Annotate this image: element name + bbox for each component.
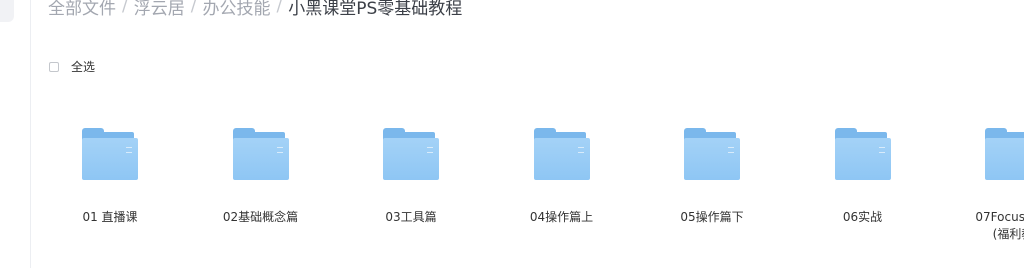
checkbox-icon[interactable]: [49, 61, 59, 72]
folder-grid: 01 直播课 02基础概念篇 03工具篇 04操作篇上 05操作篇下 06实战 07Focu…: [35, 120, 1024, 260]
folder-name: 06实战: [842, 210, 883, 224]
left-sidebar: [0, 0, 31, 268]
folder-item[interactable]: 01 直播课: [35, 120, 185, 250]
folder-item[interactable]: 03工具篇: [336, 120, 486, 250]
breadcrumb-item-all-files[interactable]: 全部文件: [48, 0, 116, 19]
breadcrumb-separator: /: [190, 0, 197, 16]
folder-icon: [985, 128, 1024, 180]
folder-item[interactable]: 02基础概念篇: [186, 120, 336, 250]
folder-name: 05操作篇下: [680, 210, 744, 224]
folder-icon: [684, 128, 740, 180]
breadcrumb-separator: /: [122, 0, 128, 16]
folder-item[interactable]: 06实战: [788, 120, 938, 250]
folder-icon: [232, 128, 289, 180]
breadcrumb-separator: /: [276, 0, 283, 16]
folder-name: 07Focusky式 (福利教: [975, 210, 1024, 241]
breadcrumb-current: 小黑课堂PS零基础教程: [288, 0, 463, 19]
breadcrumb-item-office-skills[interactable]: 办公技能: [202, 0, 270, 19]
breadcrumb: 全部文件 / 浮云居 / 办公技能 / 小黑课堂PS零基础教程: [48, 0, 462, 19]
folder-icon: [834, 128, 891, 180]
folder-icon: [82, 128, 138, 180]
folder-icon: [383, 128, 439, 180]
folder-name: 01 直播课: [82, 210, 138, 224]
sidebar-tab[interactable]: [0, 0, 14, 22]
folder-name: 02基础概念篇: [222, 210, 299, 224]
folder-icon: [533, 128, 590, 180]
folder-item[interactable]: 07Focusky式 (福利教: [938, 120, 1024, 250]
folder-item[interactable]: 04操作篇上: [487, 120, 637, 250]
select-all-label: 全选: [71, 60, 96, 74]
breadcrumb-item-fuyunju[interactable]: 浮云居: [134, 0, 185, 19]
folder-name: 03工具篇: [385, 210, 437, 224]
select-all[interactable]: 全选: [49, 58, 95, 75]
folder-name: 04操作篇上: [529, 210, 594, 224]
folder-item[interactable]: 05操作篇下: [637, 120, 787, 250]
